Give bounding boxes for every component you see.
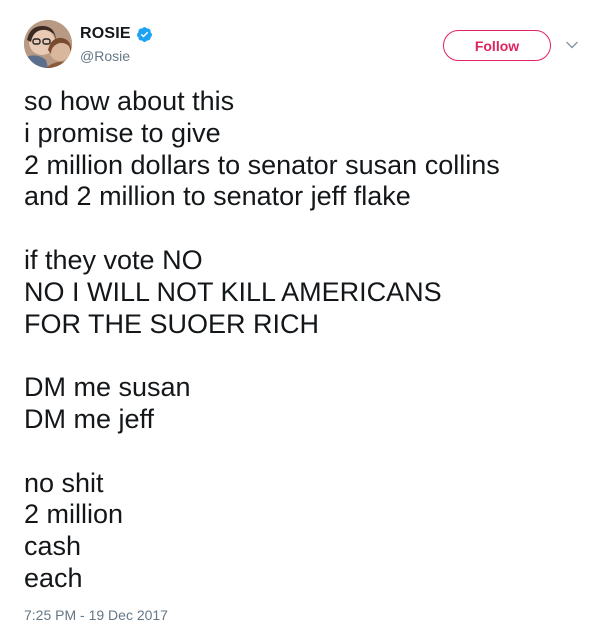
verified-badge-icon: [136, 26, 153, 43]
avatar[interactable]: [24, 20, 72, 68]
user-name-row[interactable]: ROSIE: [80, 25, 153, 43]
tweet-line: 2 million dollars to senator susan colli…: [24, 149, 500, 180]
tweet-line: no shit: [24, 467, 104, 498]
profile-photo-icon: [24, 20, 72, 68]
tweet-timestamp[interactable]: 7:25 PM - 19 Dec 2017: [24, 607, 168, 623]
tweet-line: so how about this: [24, 86, 235, 116]
tweet-line: cash: [24, 531, 82, 562]
user-handle[interactable]: @Rosie: [80, 48, 130, 64]
tweet-line: i promise to give: [24, 117, 221, 148]
tweet-line: NO I WILL NOT KILL AMERICANS: [24, 276, 442, 307]
tweet-line: and 2 million to senator jeff flake: [24, 181, 411, 212]
tweet-line: FOR THE SUOER RICH: [24, 308, 320, 339]
tweet-line: each: [24, 562, 83, 593]
chevron-down-icon[interactable]: [565, 38, 579, 52]
display-name[interactable]: ROSIE: [80, 25, 131, 43]
tweet-line: DM me susan: [24, 372, 191, 403]
tweet-line: 2 million: [24, 499, 124, 530]
tweet-line: DM me jeff: [24, 403, 155, 434]
tweet-text: so how about this i promise to give 2 mi…: [24, 86, 594, 595]
follow-button[interactable]: Follow: [443, 30, 551, 61]
tweet-line: if they vote NO: [24, 244, 203, 275]
